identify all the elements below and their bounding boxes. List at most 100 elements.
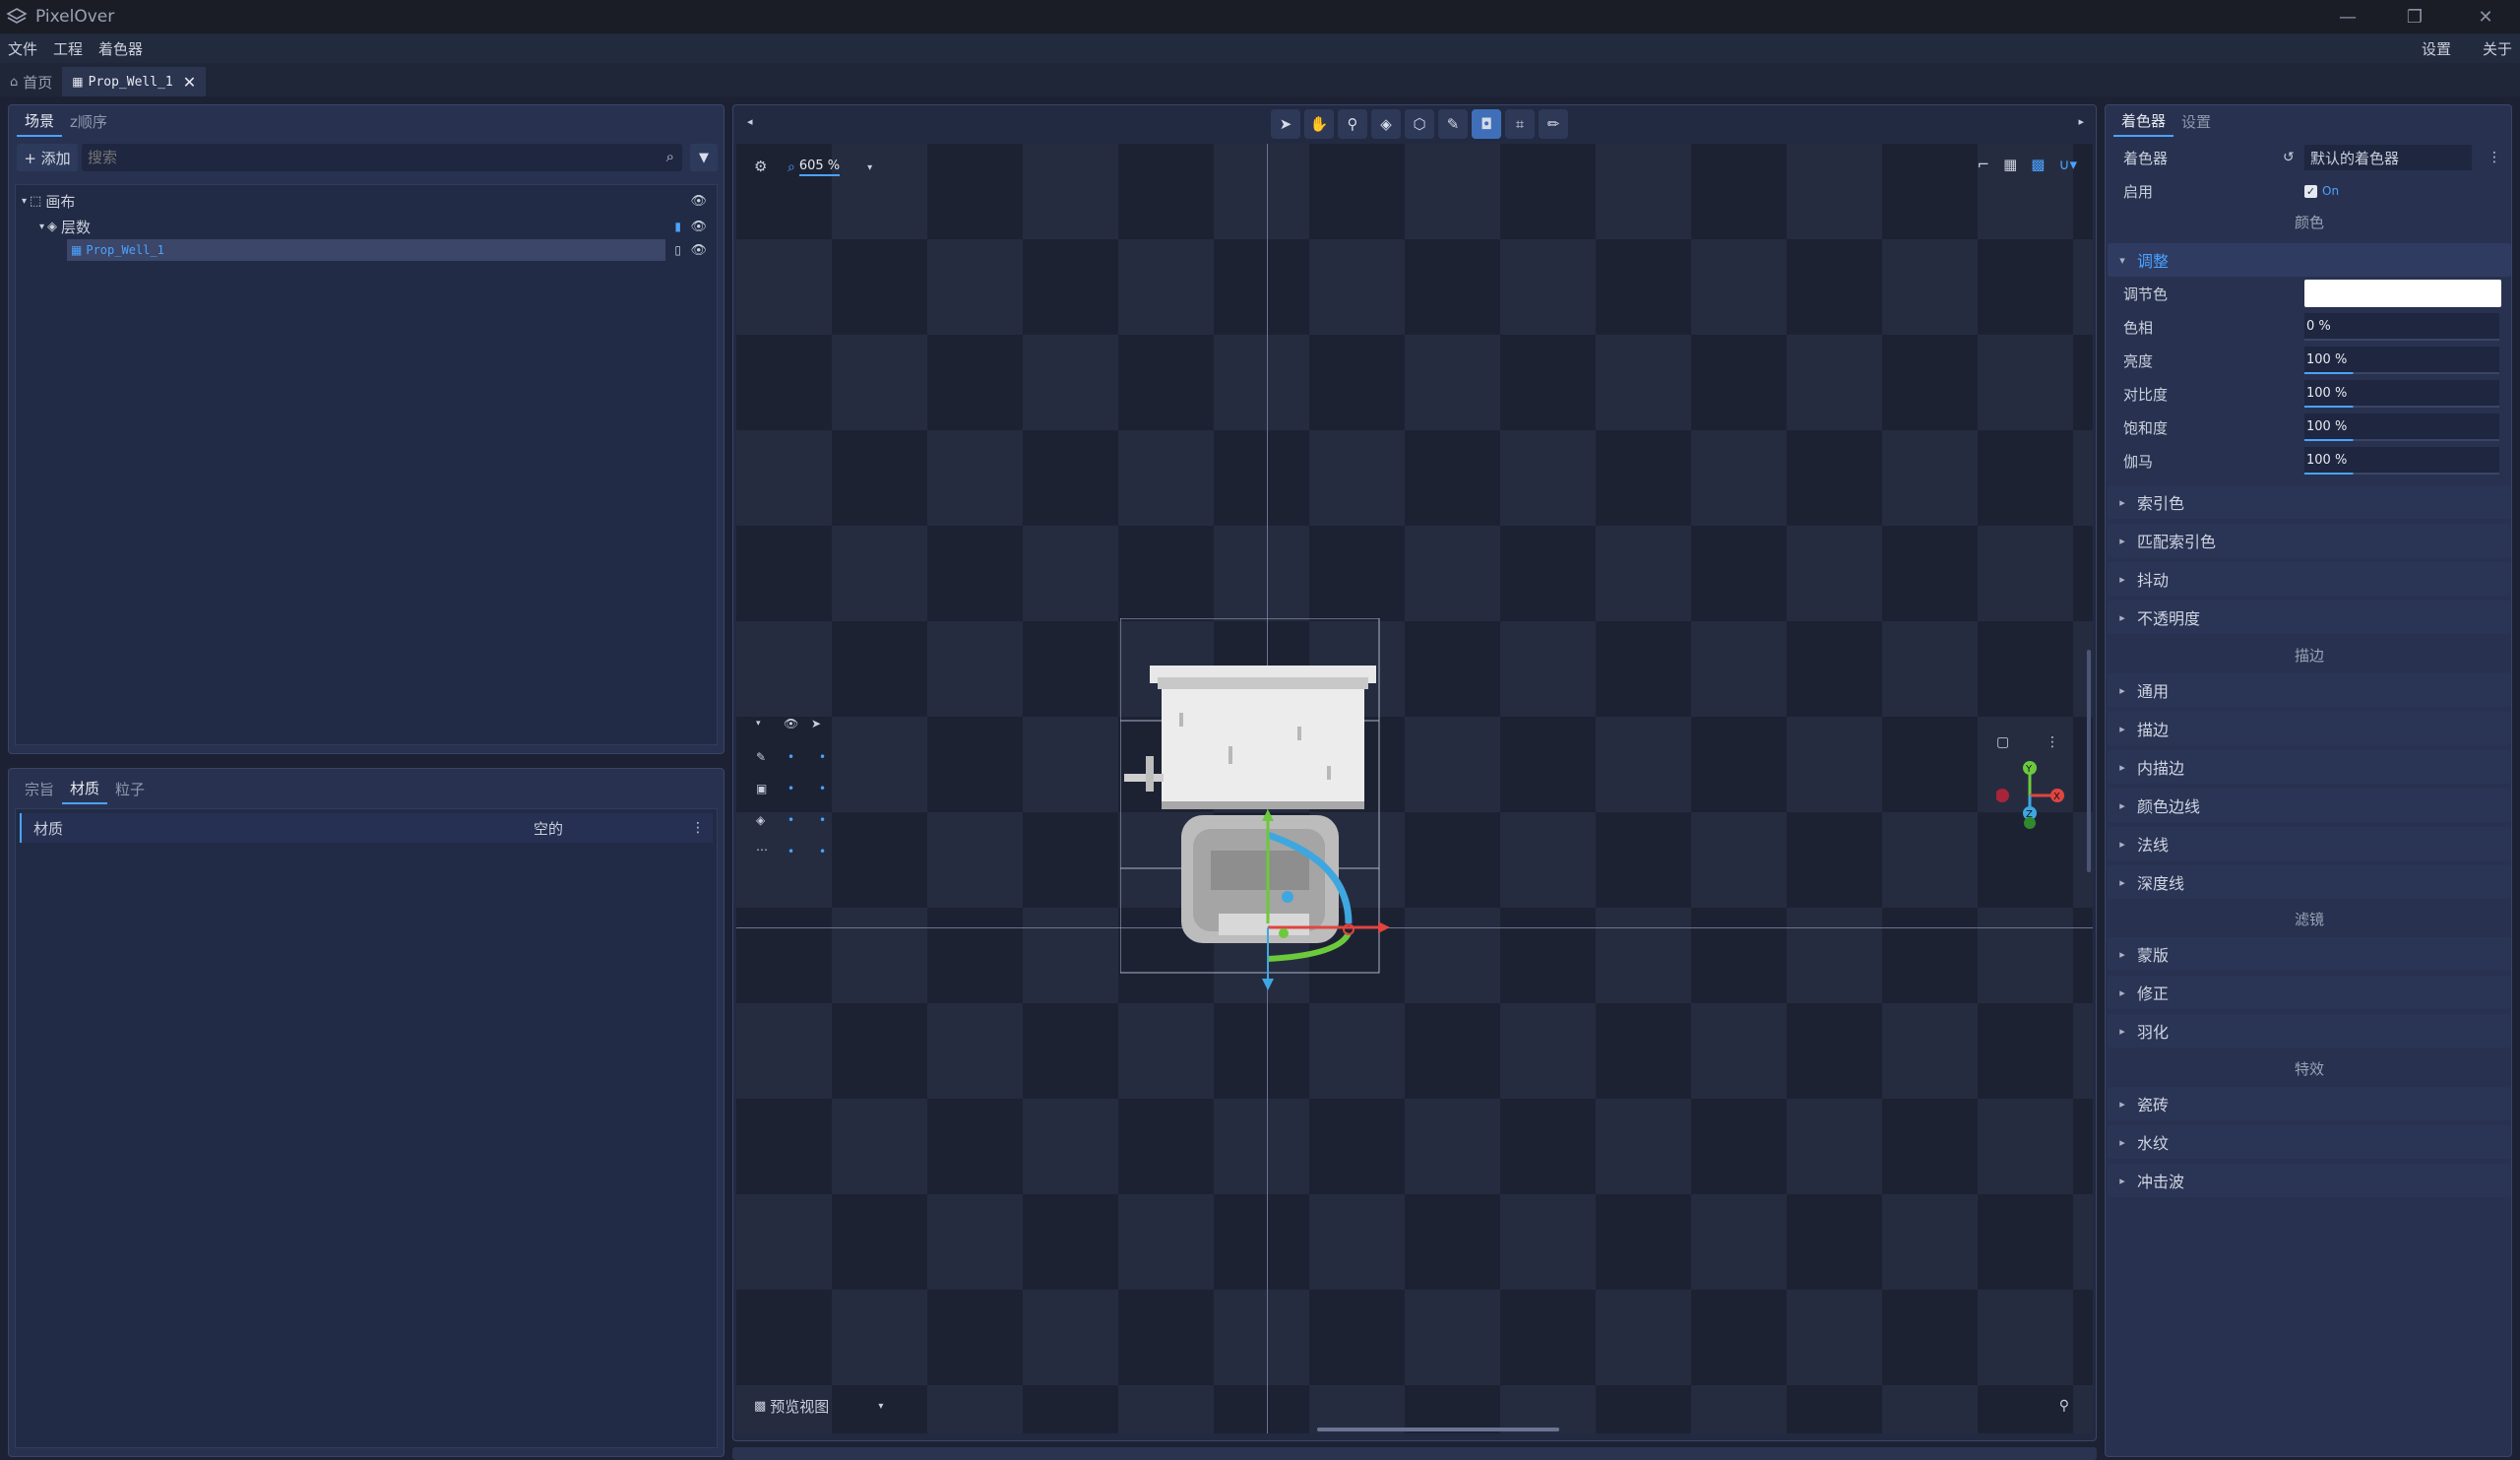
dot-toggle[interactable]: • (819, 750, 826, 764)
brightness-input[interactable]: 100 % (2304, 347, 2499, 374)
axis-gizmo[interactable]: Y X Z (1996, 760, 2075, 829)
section-feather[interactable]: ▸ 羽化 (2108, 1014, 2511, 1047)
restore-icon[interactable]: ❐ (2380, 0, 2449, 33)
section-depth-line[interactable]: ▸ 深度线 (2108, 865, 2511, 899)
select-tool-icon[interactable]: ➤ (1271, 109, 1300, 139)
horizontal-scrollbar[interactable] (1317, 1428, 1559, 1431)
tab-particles[interactable]: 粒子 (107, 775, 153, 803)
tab-z-order[interactable]: z顺序 (62, 107, 115, 136)
section-color-edge[interactable]: ▸ 颜色边线 (2108, 789, 2511, 822)
settings-gear-icon[interactable]: ⚙ (754, 158, 767, 175)
dot-toggle[interactable]: • (819, 813, 826, 827)
layers-tool-icon[interactable]: ◈ (1371, 109, 1401, 139)
section-adjust[interactable]: ▾ 调整 (2108, 243, 2511, 277)
dot-toggle[interactable]: • (788, 782, 794, 795)
section-general[interactable]: ▸ 通用 (2108, 673, 2511, 707)
magnet-icon[interactable]: ∪▾ (2058, 156, 2077, 173)
pen-tool-icon[interactable]: ✏ (1539, 109, 1568, 139)
zoom-value[interactable]: 605 % (798, 159, 841, 176)
filter-button[interactable]: ▼ (690, 144, 718, 171)
section-opacity[interactable]: ▸ 不透明度 (2108, 601, 2511, 634)
collapse-right-icon[interactable]: ▸ (2078, 115, 2084, 128)
reset-icon[interactable]: ↺ (2283, 150, 2295, 165)
tab-home[interactable]: ⌂ 首页 (0, 67, 62, 96)
menu-file[interactable]: 文件 (0, 38, 45, 59)
more-icon[interactable]: ⋮ (2488, 150, 2501, 165)
more-icon[interactable]: ⋮ (691, 820, 705, 836)
more-icon[interactable]: ⋮ (2046, 734, 2059, 750)
dot-toggle[interactable]: • (819, 845, 826, 858)
cursor-icon[interactable]: ➤ (811, 717, 821, 730)
tab-settings[interactable]: 设置 (2174, 107, 2219, 136)
enable-checkbox[interactable]: ✓ (2304, 184, 2317, 198)
vertical-scrollbar[interactable] (2087, 650, 2091, 872)
section-inner-outline[interactable]: ▸ 内描边 (2108, 750, 2511, 784)
checker-icon[interactable]: ▩ (2031, 156, 2045, 173)
section-shockwave[interactable]: ▸ 冲击波 (2108, 1164, 2511, 1197)
tab-material[interactable]: 材质 (62, 774, 108, 804)
pivot-tool-icon[interactable]: ⚲ (1338, 109, 1367, 139)
pin-icon[interactable]: ⚲ (2059, 1398, 2069, 1414)
section-match-indexed-color[interactable]: ▸ 匹配索引色 (2108, 524, 2511, 557)
minimize-icon[interactable]: — (2313, 0, 2382, 33)
section-correction[interactable]: ▸ 修正 (2108, 976, 2511, 1009)
tab-purpose[interactable]: 宗旨 (17, 775, 62, 803)
menu-settings[interactable]: 设置 (2414, 38, 2459, 59)
transform-tool-icon[interactable]: ◘ (1472, 109, 1501, 139)
add-button[interactable]: + 添加 (17, 144, 78, 171)
frame-icon[interactable]: ▢ (1996, 734, 2009, 750)
tint-color-swatch[interactable] (2304, 280, 2501, 307)
menu-about[interactable]: 关于 (2475, 38, 2520, 59)
dot-toggle[interactable]: • (819, 782, 826, 795)
section-outline[interactable]: ▸ 描边 (2108, 712, 2511, 745)
section-indexed-color[interactable]: ▸ 索引色 (2108, 485, 2511, 519)
expand-icon[interactable]: ▾ (39, 222, 44, 232)
contrast-input[interactable]: 100 % (2304, 380, 2499, 408)
shader-dropdown[interactable]: 默认的着色器 (2304, 145, 2472, 170)
chevron-down-icon[interactable]: ▾ (867, 162, 872, 173)
dot-toggle[interactable]: • (788, 845, 794, 858)
layer-clipboard-icon[interactable]: ▮ (674, 220, 681, 233)
zoom-control[interactable]: ⌕ 605 % ▾ (788, 156, 876, 179)
hue-input[interactable]: 0 % (2304, 313, 2499, 341)
section-mask[interactable]: ▸ 蒙版 (2108, 937, 2511, 971)
eye-icon[interactable]: 👁 (784, 717, 798, 730)
material-row[interactable]: 材质 空的 ⋮ (20, 813, 713, 843)
section-dither[interactable]: ▸ 抖动 (2108, 562, 2511, 596)
crop-tool-icon[interactable]: ⌗ (1505, 109, 1535, 139)
section-normal[interactable]: ▸ 法线 (2108, 827, 2511, 860)
visibility-icon[interactable]: 👁 (690, 243, 707, 258)
well-sprite[interactable] (1120, 618, 1455, 992)
tree-row-layers[interactable]: ▾ ◈ 层数 ▮ 👁 (16, 215, 717, 238)
search-input[interactable] (82, 144, 633, 171)
close-window-icon[interactable]: ✕ (2451, 0, 2520, 33)
tab-scene[interactable]: 场景 (17, 106, 63, 137)
close-tab-icon[interactable]: ✕ (183, 73, 196, 92)
snap-icon[interactable]: ⌐ (1978, 156, 1990, 173)
section-ripple[interactable]: ▸ 水纹 (2108, 1125, 2511, 1159)
dot-toggle[interactable]: • (788, 750, 794, 764)
menu-project[interactable]: 工程 (45, 38, 91, 59)
grid-icon[interactable]: ▦ (2003, 156, 2017, 173)
dot-toggle[interactable]: • (788, 813, 794, 827)
search-icon[interactable]: ⌕ (666, 148, 674, 165)
chevron-down-icon[interactable]: ▾ (878, 1401, 883, 1412)
tree-row-item[interactable]: ▦ Prop_Well_1 ▯ 👁 (16, 238, 717, 262)
brush-tool-icon[interactable]: ✎ (1438, 109, 1468, 139)
clipboard-icon[interactable]: ▯ (674, 243, 681, 257)
menu-shader[interactable]: 着色器 (91, 38, 151, 59)
tree-row-canvas[interactable]: ▾ ⬚ 画布 👁 (16, 189, 717, 213)
polygon-tool-icon[interactable]: ⬡ (1405, 109, 1434, 139)
gamma-input[interactable]: 100 % (2304, 447, 2499, 475)
tab-file[interactable]: ▦ Prop_Well_1 ✕ (62, 67, 207, 96)
viewport-canvas[interactable]: ⚙ ⌕ 605 % ▾ ⌐ ▦ ▩ ∪▾ ▾ 👁 ➤ ✎ • • ▣ • • ◈… (736, 144, 2093, 1433)
expand-icon[interactable]: ▾ (22, 196, 27, 207)
section-tile[interactable]: ▸ 瓷砖 (2108, 1087, 2511, 1120)
collapse-left-icon[interactable]: ◂ (747, 115, 753, 128)
chevron-down-icon[interactable]: ▾ (756, 719, 761, 729)
saturation-input[interactable]: 100 % (2304, 413, 2499, 441)
search-field[interactable]: ⌕ (82, 144, 682, 171)
preview-view-control[interactable]: ▩ 预览视图 ▾ (754, 1396, 883, 1417)
tab-shader[interactable]: 着色器 (2113, 106, 2174, 137)
visibility-icon[interactable]: 👁 (690, 220, 707, 234)
